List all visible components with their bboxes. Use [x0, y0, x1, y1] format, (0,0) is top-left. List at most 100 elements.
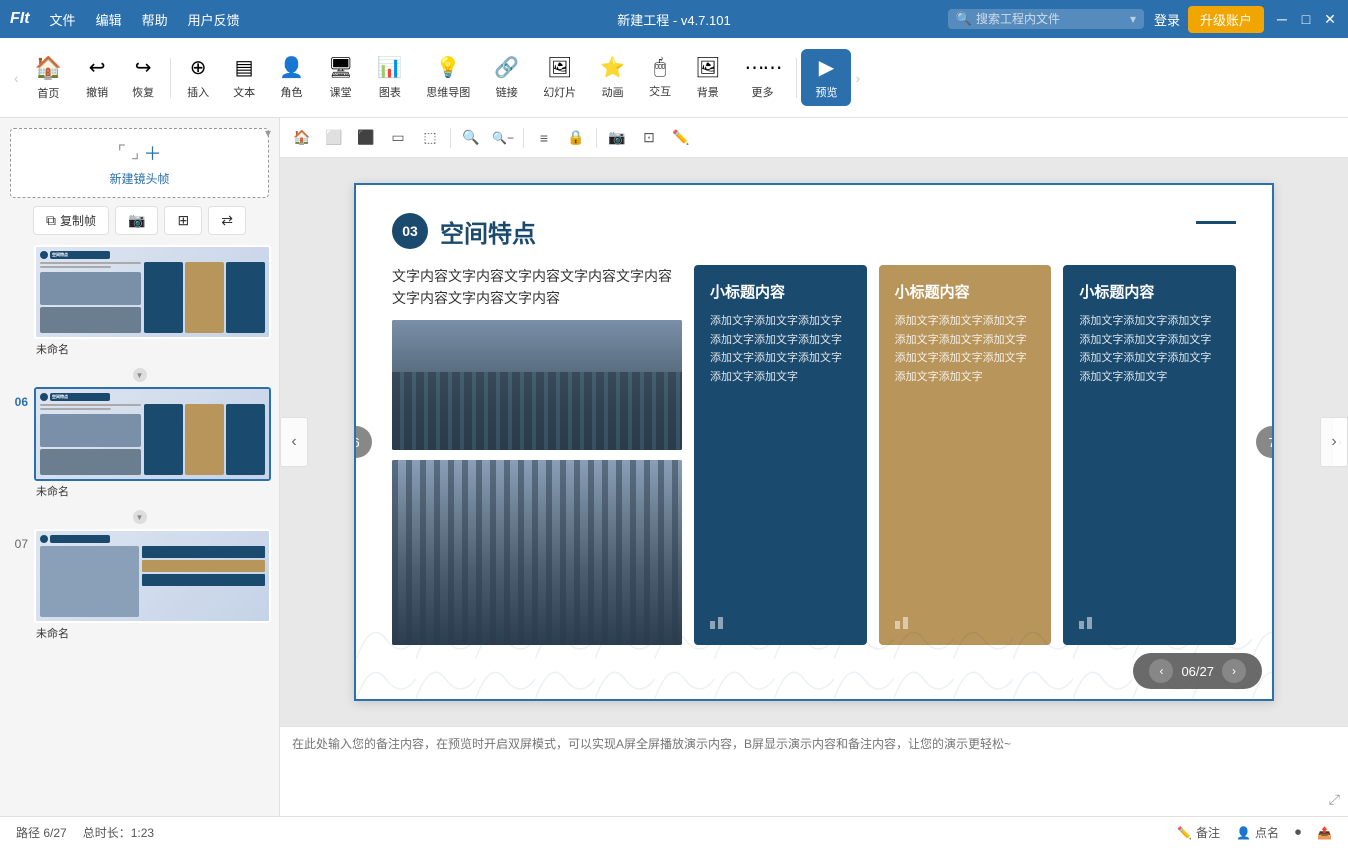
- lock-btn[interactable]: 🔒: [562, 124, 590, 152]
- window-title: 新建工程 - v4.7.101: [617, 10, 730, 29]
- content-area: 🏠 ⬜ ⬛ ▭ ⬚ 🔍 🔍− ≡ 🔒 📷 ⊡ ✏️ ‹ 6: [280, 118, 1348, 816]
- toolbar-preview[interactable]: ▶ 预览: [801, 49, 851, 106]
- toolbar-link[interactable]: 🔗 链接: [482, 49, 531, 106]
- record-status-btn[interactable]: ⏺: [1295, 824, 1301, 841]
- window-controls: ─ □ ✕: [1274, 11, 1338, 27]
- notes-input[interactable]: [292, 735, 1336, 808]
- search-box[interactable]: 🔍 ▾: [948, 9, 1144, 29]
- camera-button[interactable]: 📷: [115, 206, 158, 235]
- notes-status-btn[interactable]: ✏️ 备注: [1177, 824, 1220, 841]
- building-image-top: [392, 320, 682, 450]
- toolbar-next-arrow[interactable]: ›: [851, 70, 864, 86]
- page-next-btn[interactable]: ›: [1222, 659, 1246, 683]
- title-actions: 登录 升级账户: [1154, 6, 1264, 33]
- prev-slide-arrow[interactable]: ‹: [280, 417, 308, 467]
- transform-icon: ⊞: [177, 212, 189, 229]
- search-input[interactable]: [976, 12, 1126, 26]
- slide-number-07: 07: [8, 529, 28, 551]
- toolbar-redo-label: 恢复: [132, 84, 154, 100]
- slide-description[interactable]: 文字内容文字内容文字内容文字内容文字内容文字内容文字内容文字内容: [392, 265, 682, 310]
- notes-edit-icon: ✏️: [1177, 826, 1192, 840]
- transform-button[interactable]: ⊞: [164, 206, 202, 235]
- expand-notes-icon[interactable]: ⤢: [1329, 791, 1340, 808]
- menu-help[interactable]: 帮助: [142, 10, 168, 29]
- page-prev-btn[interactable]: ‹: [1149, 659, 1173, 683]
- menu-bar: 文件 编辑 帮助 用户反馈: [50, 10, 948, 29]
- edit-square2-btn[interactable]: ⬛: [352, 124, 380, 152]
- upgrade-button[interactable]: 升级账户: [1188, 6, 1264, 33]
- toolbar-redo[interactable]: ↪ 恢复: [120, 49, 166, 106]
- frame-corner-icon: ⌜ ⌟: [118, 142, 140, 163]
- slide-thumbnail[interactable]: 空间特点: [34, 245, 271, 339]
- list-item: 空间特点: [8, 245, 271, 357]
- edit-sep-1: [450, 128, 451, 148]
- building-image-bottom: [392, 460, 682, 645]
- grid-btn[interactable]: ⊡: [635, 124, 663, 152]
- copy-frame-button[interactable]: ⧉ 复制帧: [33, 206, 109, 235]
- add-icon: ▼: [133, 368, 147, 382]
- new-frame-button[interactable]: ⌜ ⌟ ＋ 新建镜头帧 ▾: [10, 128, 269, 198]
- plus-icon: ＋: [143, 140, 161, 166]
- toolbar-chart-label: 图表: [379, 84, 401, 100]
- edit-square-btn[interactable]: ⬜: [320, 124, 348, 152]
- slide-thumb-wrap-07: 未命名: [34, 529, 271, 641]
- copy-frame-label: 复制帧: [60, 212, 96, 229]
- active-slide-thumbnail[interactable]: 空间特点: [34, 387, 271, 481]
- export-status-btn[interactable]: 📤: [1317, 824, 1332, 841]
- menu-file[interactable]: 文件: [50, 10, 76, 29]
- edit-rect-btn[interactable]: ▭: [384, 124, 412, 152]
- slide-title[interactable]: 空间特点: [440, 214, 536, 249]
- toolbar-home[interactable]: 🏠 首页: [23, 49, 74, 107]
- toolbar-insert[interactable]: ⊕ 插入: [175, 49, 221, 106]
- edit-home-btn[interactable]: 🏠: [288, 124, 316, 152]
- slide-card-3[interactable]: 小标题内容 添加文字添加文字添加文字添加文字添加文字添加文字添加文字添加文字添加…: [1063, 265, 1236, 645]
- maximize-button[interactable]: □: [1298, 11, 1314, 27]
- search-dropdown-icon[interactable]: ▾: [1130, 12, 1136, 26]
- title-bar: FIt 文件 编辑 帮助 用户反馈 新建工程 - v4.7.101 🔍 ▾ 登录…: [0, 0, 1348, 38]
- zoom-in-btn[interactable]: 🔍: [457, 124, 485, 152]
- slide-card-2[interactable]: 小标题内容 添加文字添加文字添加文字添加文字添加文字添加文字添加文字添加文字添加…: [879, 265, 1052, 645]
- login-button[interactable]: 登录: [1154, 10, 1180, 29]
- record-icon: ⏺: [1295, 825, 1301, 840]
- toolbar-prev-arrow[interactable]: ‹: [10, 70, 23, 86]
- toolbar-mindmap-label: 思维导图: [426, 84, 470, 100]
- toolbar-interact[interactable]: 🖱 交互: [637, 50, 683, 105]
- slide-thumb-wrap: 空间特点: [34, 245, 271, 357]
- names-status-btn[interactable]: 👤 点名: [1236, 824, 1279, 841]
- screenshot-btn[interactable]: 📷: [603, 124, 631, 152]
- toolbar-slide[interactable]: 🖼 幻灯片: [531, 49, 588, 106]
- menu-edit[interactable]: 编辑: [96, 10, 122, 29]
- toolbar-undo[interactable]: ↩ 撤销: [74, 49, 120, 106]
- toolbar-text[interactable]: ▤ 文本: [221, 49, 267, 106]
- minimize-button[interactable]: ─: [1274, 11, 1290, 27]
- toolbar-chart[interactable]: 📊 图表: [365, 49, 414, 106]
- slide-body: 文字内容文字内容文字内容文字内容文字内容文字内容文字内容文字内容: [356, 265, 1272, 645]
- menu-feedback[interactable]: 用户反馈: [188, 10, 240, 29]
- align-btn[interactable]: ≡: [530, 124, 558, 152]
- card-2-body: 添加文字添加文字添加文字添加文字添加文字添加文字添加文字添加文字添加文字添加文字…: [895, 312, 1036, 613]
- slide-thumbnail-07[interactable]: [34, 529, 271, 623]
- toolbar-character[interactable]: 👤 角色: [267, 49, 316, 106]
- slide-card-1[interactable]: 小标题内容 添加文字添加文字添加文字添加文字添加文字添加文字添加文字添加文字添加…: [694, 265, 867, 645]
- zoom-out-btn[interactable]: 🔍−: [489, 124, 517, 152]
- toolbar-more[interactable]: ⋯⋯ 更多: [732, 49, 792, 106]
- link-icon: 🔗: [494, 55, 519, 80]
- camera-icon: 📷: [128, 212, 145, 229]
- edit-pen-btn[interactable]: ✏️: [667, 124, 695, 152]
- names-label: 点名: [1255, 824, 1279, 841]
- insert-icon: ⊕: [190, 55, 207, 80]
- toolbar-bg[interactable]: 🖼 背景: [683, 49, 732, 106]
- toolbar-animation[interactable]: ⭐ 动画: [588, 49, 637, 106]
- toolbar-class[interactable]: 🖥 课堂: [316, 49, 365, 106]
- convert-button[interactable]: ⇄: [208, 206, 246, 235]
- slides-list: 空间特点: [0, 245, 279, 816]
- edit-stack-btn[interactable]: ⬚: [416, 124, 444, 152]
- close-button[interactable]: ✕: [1322, 11, 1338, 27]
- search-icon: 🔍: [956, 11, 972, 27]
- next-slide-arrow[interactable]: ›: [1320, 417, 1348, 467]
- toolbar-mindmap[interactable]: 💡 思维导图: [414, 49, 482, 106]
- canvas-wrap: ‹ 6 03 空间特点 文字内容文字内容文字内容文字内容文字内容文字内容文字内容…: [280, 158, 1348, 726]
- interact-icon: 🖱: [654, 56, 666, 79]
- notes-label: 备注: [1196, 824, 1220, 841]
- expand-icon[interactable]: ▾: [265, 126, 271, 140]
